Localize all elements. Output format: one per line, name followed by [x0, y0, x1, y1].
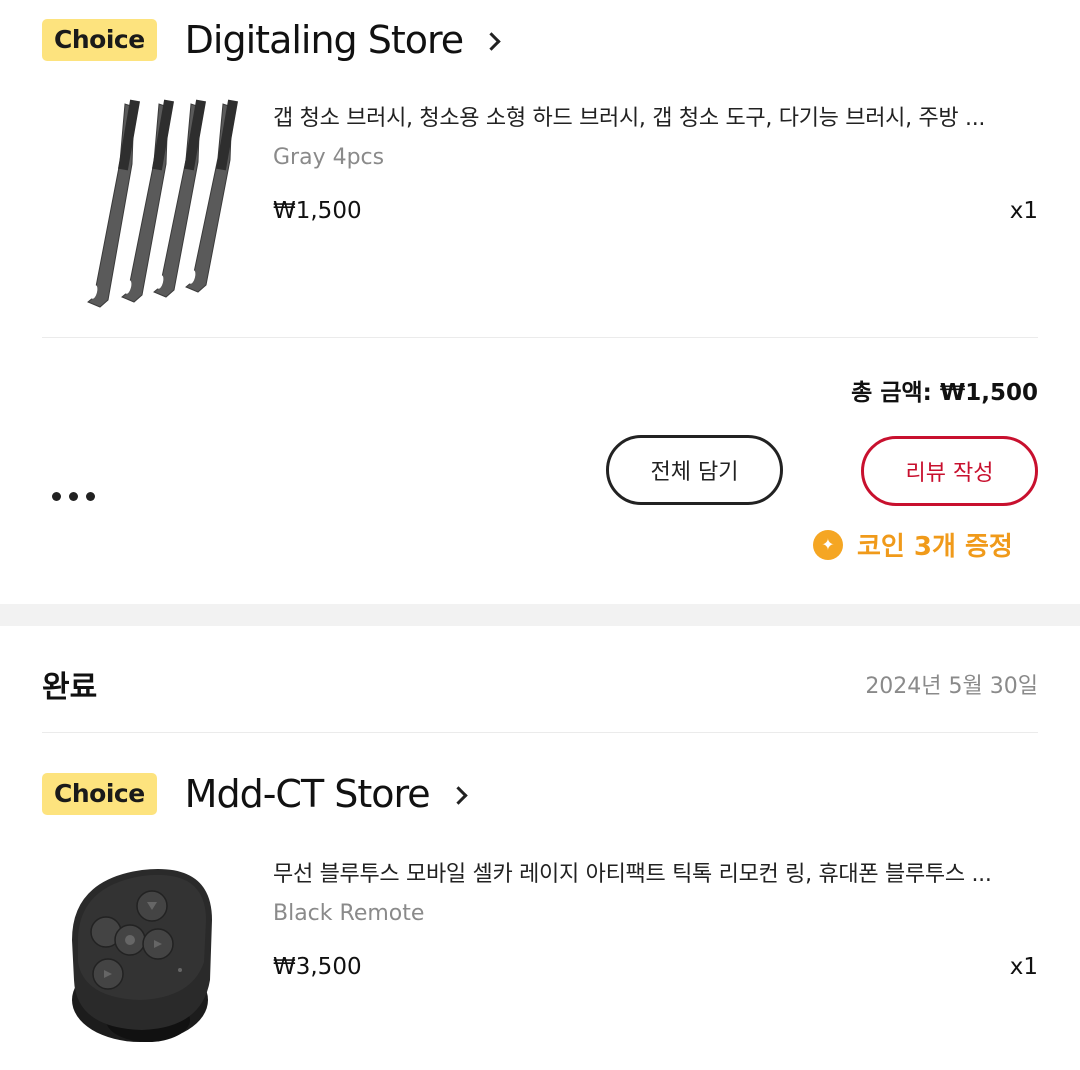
store-row[interactable]: Choice Digitaling Store — [42, 18, 501, 62]
section-gap — [0, 604, 1080, 626]
choice-badge: Choice — [42, 19, 157, 61]
product-variant: Black Remote — [273, 901, 425, 926]
product-thumbnail[interactable] — [62, 850, 232, 1050]
store-name[interactable]: Digitaling Store — [185, 18, 465, 62]
product-price: ₩3,500 — [273, 954, 362, 980]
product-title[interactable]: 갭 청소 브러시, 청소용 소형 하드 브러시, 갭 청소 도구, 다기능 브러… — [273, 100, 1038, 132]
choice-badge: Choice — [42, 773, 157, 815]
store-row[interactable]: Choice Mdd-CT Store — [42, 772, 468, 816]
order-card: 완료 2024년 5월 30일 Choice Mdd-CT Store 무선 블… — [0, 626, 1080, 1070]
chevron-right-icon[interactable] — [482, 31, 501, 51]
divider — [42, 337, 1038, 338]
product-thumbnail[interactable] — [50, 92, 240, 312]
product-variant: Gray 4pcs — [273, 145, 385, 170]
order-status: 완료 — [42, 670, 98, 705]
product-quantity: x1 — [1009, 198, 1038, 224]
order-date: 2024년 5월 30일 — [865, 674, 1038, 699]
order-total: 총 금액: ₩1,500 — [851, 380, 1038, 406]
more-dots-icon[interactable] — [52, 492, 95, 501]
chevron-right-icon[interactable] — [448, 785, 468, 805]
add-all-to-cart-button[interactable]: 전체 담기 — [606, 435, 783, 505]
order-card: Choice Digitaling Store 갭 청소 브러시, 청소용 소형… — [0, 0, 1080, 604]
product-price: ₩1,500 — [273, 198, 362, 224]
write-review-button[interactable]: 리뷰 작성 — [861, 436, 1038, 506]
coin-icon: ✦ — [813, 529, 843, 560]
coin-reward-text: 코인 3개 증정 — [857, 532, 1013, 562]
product-quantity: x1 — [1009, 954, 1038, 980]
coin-reward: ✦ 코인 3개 증정 — [813, 526, 1013, 563]
divider — [42, 732, 1038, 733]
store-name[interactable]: Mdd-CT Store — [185, 772, 431, 816]
product-title[interactable]: 무선 블루투스 모바일 셀카 레이지 아티팩트 틱톡 리모컨 링, 휴대폰 블루… — [273, 856, 1038, 888]
